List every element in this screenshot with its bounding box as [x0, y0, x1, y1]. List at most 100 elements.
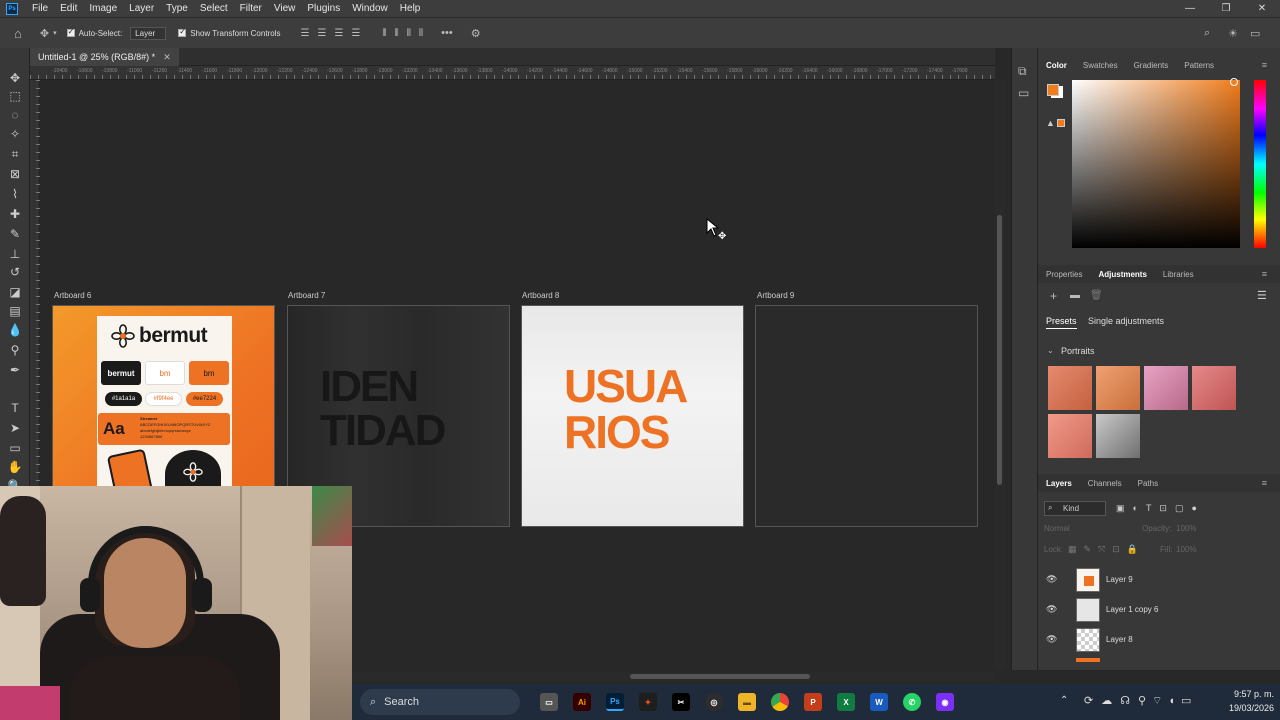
tab-gradients[interactable]: Gradients: [1126, 61, 1177, 70]
artboard-9[interactable]: [755, 305, 978, 527]
minimize-icon[interactable]: —: [1172, 0, 1208, 17]
chevron-down-icon[interactable]: ⌄: [1047, 346, 1054, 355]
gamut-swatch[interactable]: [1057, 119, 1065, 127]
clock-date[interactable]: 19/03/2026: [1216, 703, 1274, 713]
brush-tool-icon[interactable]: ✎: [7, 226, 23, 242]
tab-adjustments[interactable]: Adjustments: [1090, 270, 1154, 279]
eye-icon[interactable]: 👁: [1046, 604, 1057, 615]
lock-icons[interactable]: ▦✎⤧⊡🔒: [1068, 544, 1145, 555]
chevron-down-icon[interactable]: ▾: [53, 29, 57, 37]
color-picker-handle[interactable]: [1230, 78, 1238, 86]
photoshop-taskbar-icon[interactable]: Ps: [606, 693, 624, 711]
tab-properties[interactable]: Properties: [1038, 270, 1090, 279]
folder-icon[interactable]: ▬: [1070, 290, 1080, 301]
panel-menu-icon[interactable]: ≡: [1254, 269, 1275, 279]
eyedropper-tool-icon[interactable]: ⌇: [7, 186, 23, 202]
menu-view[interactable]: View: [268, 3, 302, 14]
move-tool-icon[interactable]: ✥: [7, 70, 23, 86]
add-icon[interactable]: +: [1050, 289, 1057, 303]
list-view-icon[interactable]: ☰: [1257, 289, 1267, 302]
close-icon[interactable]: ✕: [1244, 0, 1280, 17]
panel-menu-icon[interactable]: ≡: [1254, 478, 1275, 488]
blend-mode-dropdown[interactable]: Normal: [1044, 524, 1140, 538]
figma-icon[interactable]: ✦: [639, 693, 657, 711]
preset-thumb-5[interactable]: [1048, 414, 1092, 458]
network-volume-battery-icons[interactable]: ⌔◖▭: [1152, 694, 1197, 708]
magic-wand-tool-icon[interactable]: ✧: [7, 126, 23, 142]
preset-thumb-1[interactable]: [1048, 366, 1092, 410]
excel-icon[interactable]: X: [837, 693, 855, 711]
opacity-value[interactable]: 100%: [1176, 524, 1196, 533]
frame-tool-icon[interactable]: ⊠: [7, 166, 23, 182]
trash-icon[interactable]: 🗑: [1090, 290, 1103, 301]
menu-plugins[interactable]: Plugins: [301, 3, 346, 14]
menu-type[interactable]: Type: [160, 3, 194, 14]
tab-libraries[interactable]: Libraries: [1155, 270, 1202, 279]
layer-name[interactable]: Layer 8: [1106, 635, 1133, 644]
tab-swatches[interactable]: Swatches: [1075, 61, 1126, 70]
chrome-icon[interactable]: [771, 693, 789, 711]
path-select-tool-icon[interactable]: ➤: [7, 420, 23, 436]
pen-tool-icon[interactable]: ✒: [7, 362, 23, 378]
layer-name[interactable]: Layer 1 copy 6: [1106, 605, 1158, 614]
rectangle-tool-icon[interactable]: ▭: [7, 440, 23, 456]
media-app-icon[interactable]: ◎: [705, 693, 723, 711]
gear-icon[interactable]: ⚙: [471, 27, 481, 40]
document-tab[interactable]: Untitled-1 @ 25% (RGB/8#) * ✕: [30, 48, 179, 66]
gradient-tool-icon[interactable]: ▤: [7, 303, 23, 319]
artboard-9-label[interactable]: Artboard 9: [757, 291, 794, 300]
menu-select[interactable]: Select: [194, 3, 234, 14]
menu-filter[interactable]: Filter: [234, 3, 268, 14]
dodge-tool-icon[interactable]: ⚲: [7, 342, 23, 358]
auto-select-target-dropdown[interactable]: Layer: [130, 26, 167, 40]
workspace-icon[interactable]: ▭: [1250, 27, 1260, 40]
crop-tool-icon[interactable]: ⌗: [7, 146, 23, 162]
preset-thumb-2[interactable]: [1096, 366, 1140, 410]
eye-icon[interactable]: 👁: [1046, 574, 1057, 585]
preset-thumb-6[interactable]: [1096, 414, 1140, 458]
home-icon[interactable]: ⌂: [14, 26, 22, 41]
subtab-single-adjustments[interactable]: Single adjustments: [1088, 316, 1164, 326]
lasso-tool-icon[interactable]: ◌: [7, 107, 23, 123]
layer-row[interactable]: 👁 Layer 9: [1038, 566, 1280, 596]
comments-panel-icon[interactable]: ▭: [1018, 86, 1029, 100]
hand-tool-icon[interactable]: ✋: [7, 459, 23, 475]
menu-window[interactable]: Window: [346, 3, 394, 14]
auto-select-checkbox[interactable]: [66, 27, 75, 37]
menu-layer[interactable]: Layer: [123, 3, 160, 14]
stamp-tool-icon[interactable]: ⊥: [7, 246, 23, 262]
layer-row[interactable]: 👁 Layer 1 copy 6: [1038, 596, 1280, 626]
artboard-8[interactable]: USUA RIOS: [521, 305, 744, 527]
eraser-tool-icon[interactable]: ◪: [7, 284, 23, 300]
panel-menu-icon[interactable]: ≡: [1254, 60, 1275, 70]
menu-edit[interactable]: Edit: [54, 3, 83, 14]
subtab-presets[interactable]: Presets: [1046, 316, 1077, 329]
healing-brush-icon[interactable]: ✚: [7, 206, 23, 222]
filter-kind-dropdown[interactable]: Kind: [1044, 501, 1106, 516]
more-options-icon[interactable]: •••: [441, 27, 453, 39]
tray-icons[interactable]: ⟳☁☊⚲: [1084, 694, 1154, 707]
file-explorer-icon[interactable]: ▬: [738, 693, 756, 711]
horizontal-scroll-thumb[interactable]: [630, 674, 810, 679]
preset-thumb-4[interactable]: [1192, 366, 1236, 410]
search-icon[interactable]: ⌕: [1204, 27, 1210, 40]
color-field[interactable]: [1072, 80, 1240, 248]
tab-color[interactable]: Color: [1038, 61, 1075, 70]
menu-help[interactable]: Help: [394, 3, 427, 14]
lightbulb-icon[interactable]: ☀: [1228, 27, 1238, 40]
close-tab-icon[interactable]: ✕: [163, 52, 171, 63]
word-icon[interactable]: W: [870, 693, 888, 711]
app-icon[interactable]: ◉: [936, 693, 954, 711]
foreground-color-swatch[interactable]: [1047, 84, 1059, 96]
show-transform-toggle[interactable]: Show Transform Controls: [178, 27, 280, 38]
restore-icon[interactable]: ❐: [1208, 0, 1244, 17]
illustrator-icon[interactable]: Ai: [573, 693, 591, 711]
taskbar-search[interactable]: ⌕ Search: [360, 689, 520, 715]
capcut-icon[interactable]: ✂: [672, 693, 690, 711]
clock-time[interactable]: 9:57 p. m.: [1216, 689, 1274, 699]
layer-filter-icons[interactable]: ▣◐T⊡▢●: [1116, 503, 1205, 514]
marquee-tool-icon[interactable]: ⬚: [7, 88, 23, 104]
gamut-warning-icon[interactable]: ▲: [1046, 118, 1055, 128]
hue-slider[interactable]: [1254, 80, 1266, 248]
layer-name[interactable]: Layer 9: [1106, 575, 1133, 584]
